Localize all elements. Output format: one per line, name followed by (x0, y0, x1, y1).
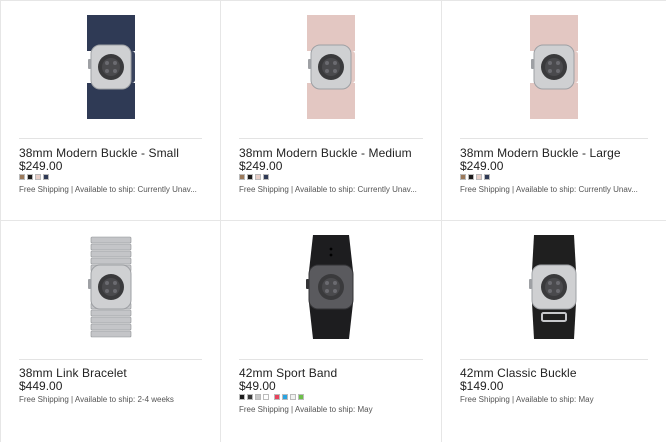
color-swatches (19, 174, 49, 181)
color-swatch[interactable] (484, 174, 490, 180)
product-price: $49.00 (239, 379, 276, 393)
product-image[interactable] (239, 235, 423, 339)
watch-image (86, 15, 135, 119)
shipping-info: Free Shipping | Available to ship: Curre… (19, 185, 197, 194)
color-swatch[interactable] (27, 174, 33, 180)
product-grid: 38mm Modern Buckle - Small $249.00 Free Sh… (0, 0, 666, 442)
color-swatch[interactable] (274, 394, 280, 400)
color-swatch[interactable] (263, 394, 269, 400)
watch-image (307, 15, 355, 119)
color-swatch[interactable] (239, 174, 245, 180)
color-swatch[interactable] (247, 394, 253, 400)
color-swatch[interactable] (43, 174, 49, 180)
color-swatch[interactable] (239, 394, 245, 400)
color-swatches (239, 174, 269, 181)
product-image[interactable] (239, 15, 423, 119)
product-tile[interactable]: 38mm Modern Buckle - Small $249.00 Free Sh… (0, 1, 221, 221)
watch-image (530, 15, 578, 119)
color-swatch[interactable] (298, 394, 304, 400)
product-image[interactable] (19, 236, 202, 338)
product-image[interactable] (460, 235, 648, 339)
tile-divider (460, 359, 648, 360)
product-title[interactable]: 38mm Link Bracelet (19, 366, 127, 380)
product-price: $249.00 (460, 159, 504, 173)
shipping-info: Free Shipping | Available to ship: Curre… (239, 185, 417, 194)
color-swatches (239, 394, 304, 401)
color-swatch[interactable] (468, 174, 474, 180)
product-image[interactable] (19, 15, 202, 119)
product-tile[interactable]: 38mm Modern Buckle - Medium $249.00 Free S… (221, 1, 442, 221)
shipping-info: Free Shipping | Available to ship: May (460, 395, 594, 404)
color-swatch[interactable] (19, 174, 25, 180)
color-swatch[interactable] (247, 174, 253, 180)
watch-image (87, 236, 131, 338)
color-swatch[interactable] (282, 394, 288, 400)
product-title[interactable]: 42mm Sport Band (239, 366, 337, 380)
product-price: $249.00 (239, 159, 283, 173)
color-swatch[interactable] (35, 174, 41, 180)
product-title[interactable]: 42mm Classic Buckle (460, 366, 577, 380)
product-title[interactable]: 38mm Modern Buckle - Medium (239, 146, 412, 160)
product-title[interactable]: 38mm Modern Buckle - Large (460, 146, 621, 160)
color-swatch[interactable] (290, 394, 296, 400)
color-swatch[interactable] (255, 394, 261, 400)
color-swatch[interactable] (476, 174, 482, 180)
tile-divider (19, 359, 202, 360)
tile-divider (19, 138, 202, 139)
color-swatches (460, 174, 490, 181)
product-tile[interactable]: 42mm Classic Buckle $149.00 Free Shipping … (442, 221, 666, 442)
watch-image (529, 235, 577, 339)
shipping-info: Free Shipping | Available to ship: Curre… (460, 185, 638, 194)
watch-image (306, 235, 354, 339)
color-swatch[interactable] (460, 174, 466, 180)
color-swatch[interactable] (255, 174, 261, 180)
shipping-info: Free Shipping | Available to ship: May (239, 405, 373, 414)
product-title[interactable]: 38mm Modern Buckle - Small (19, 146, 179, 160)
product-tile[interactable]: 38mm Link Bracelet $449.00 Free Shipping |… (0, 221, 221, 442)
product-tile[interactable]: 38mm Modern Buckle - Large $249.00 Free Sh… (442, 1, 666, 221)
product-price: $149.00 (460, 379, 504, 393)
product-image[interactable] (460, 15, 648, 119)
product-price: $449.00 (19, 379, 63, 393)
product-tile[interactable]: 42mm Sport Band $49.00 Free Shipping | Ava… (221, 221, 442, 442)
product-price: $249.00 (19, 159, 63, 173)
color-swatch[interactable] (263, 174, 269, 180)
tile-divider (239, 138, 423, 139)
shipping-info: Free Shipping | Available to ship: 2-4 w… (19, 395, 174, 404)
tile-divider (460, 138, 648, 139)
tile-divider (239, 359, 423, 360)
